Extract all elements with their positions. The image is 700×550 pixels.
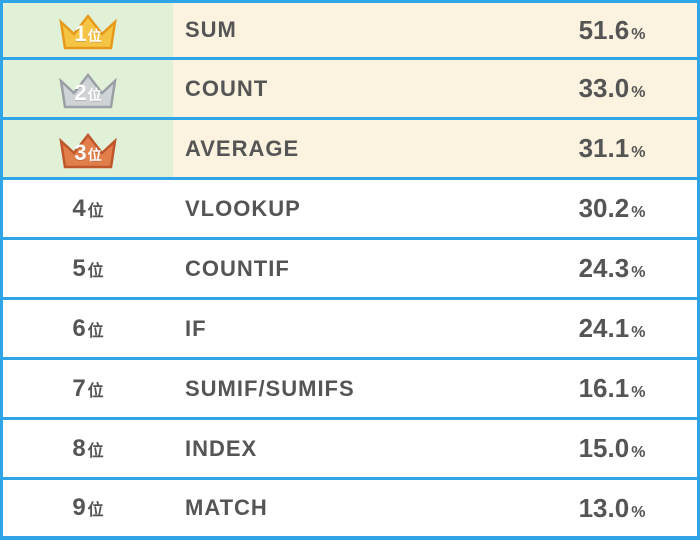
rank-cell: 3 位: [3, 120, 173, 177]
function-name: SUM: [185, 17, 237, 43]
percent-value: 24.3 %: [579, 253, 646, 284]
table-row: 7 位 SUMIF/SUMIFS 16.1 %: [0, 360, 700, 420]
name-cell: AVERAGE: [173, 120, 527, 177]
rank-cell: 9 位: [3, 480, 173, 536]
percent-cell: 13.0 %: [527, 480, 697, 536]
crown-icon-gold: 1 位: [57, 10, 119, 50]
percent-value: 15.0 %: [579, 433, 646, 464]
percent-cell: 24.3 %: [527, 240, 697, 297]
name-cell: INDEX: [173, 420, 527, 477]
function-name: INDEX: [185, 436, 257, 462]
percent-value: 13.0 %: [579, 493, 646, 524]
rank-cell: 6 位: [3, 300, 173, 357]
rank-label: 5 位: [72, 255, 103, 283]
rank-cell: 2 位: [3, 60, 173, 117]
percent-cell: 33.0 %: [527, 60, 697, 117]
table-row: 2 位 COUNT 33.0 %: [0, 60, 700, 120]
table-row: 6 位 IF 24.1 %: [0, 300, 700, 360]
name-cell: MATCH: [173, 480, 527, 536]
table-row: 5 位 COUNTIF 24.3 %: [0, 240, 700, 300]
function-name: COUNTIF: [185, 256, 290, 282]
percent-value: 24.1 %: [579, 313, 646, 344]
name-cell: COUNT: [173, 60, 527, 117]
percent-value: 51.6 %: [579, 15, 646, 46]
name-cell: SUM: [173, 3, 527, 57]
name-cell: VLOOKUP: [173, 180, 527, 237]
ranking-table: 1 位 SUM 51.6 % 2 位: [0, 0, 700, 540]
function-name: VLOOKUP: [185, 196, 301, 222]
rank-label: 7 位: [72, 375, 103, 403]
rank-label: 9 位: [72, 494, 103, 522]
rank-label: 4 位: [72, 195, 103, 223]
rank-label: 6 位: [72, 315, 103, 343]
rank-cell: 7 位: [3, 360, 173, 417]
percent-value: 30.2 %: [579, 193, 646, 224]
name-cell: IF: [173, 300, 527, 357]
function-name: MATCH: [185, 495, 268, 521]
function-name: SUMIF/SUMIFS: [185, 376, 355, 402]
percent-cell: 16.1 %: [527, 360, 697, 417]
name-cell: SUMIF/SUMIFS: [173, 360, 527, 417]
rank-cell: 5 位: [3, 240, 173, 297]
table-row: 1 位 SUM 51.6 %: [0, 0, 700, 60]
rank-label: 2 位: [74, 80, 101, 106]
function-name: IF: [185, 316, 207, 342]
percent-value: 33.0 %: [579, 73, 646, 104]
function-name: AVERAGE: [185, 136, 299, 162]
rank-label: 3 位: [74, 140, 101, 166]
crown-icon-bronze: 3 位: [57, 129, 119, 169]
percent-cell: 24.1 %: [527, 300, 697, 357]
rank-cell: 8 位: [3, 420, 173, 477]
name-cell: COUNTIF: [173, 240, 527, 297]
table-row: 8 位 INDEX 15.0 %: [0, 420, 700, 480]
crown-icon-silver: 2 位: [57, 69, 119, 109]
rank-label: 8 位: [72, 435, 103, 463]
table-row: 4 位 VLOOKUP 30.2 %: [0, 180, 700, 240]
table-row: 3 位 AVERAGE 31.1 %: [0, 120, 700, 180]
percent-value: 16.1 %: [579, 373, 646, 404]
rank-label: 1 位: [74, 21, 101, 47]
rank-cell: 4 位: [3, 180, 173, 237]
percent-cell: 30.2 %: [527, 180, 697, 237]
percent-cell: 31.1 %: [527, 120, 697, 177]
function-name: COUNT: [185, 76, 268, 102]
table-row: 9 位 MATCH 13.0 %: [0, 480, 700, 540]
percent-value: 31.1 %: [579, 133, 646, 164]
rank-cell: 1 位: [3, 3, 173, 57]
percent-cell: 15.0 %: [527, 420, 697, 477]
percent-cell: 51.6 %: [527, 3, 697, 57]
